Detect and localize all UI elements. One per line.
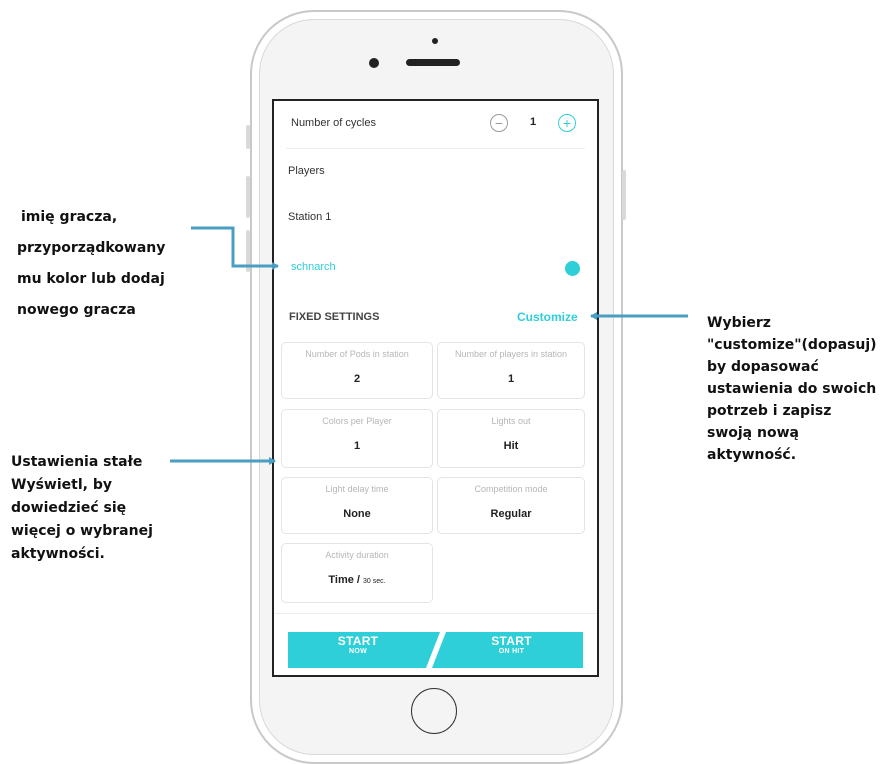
speaker-grille xyxy=(406,59,460,66)
card-label: Number of players in station xyxy=(454,349,568,359)
card-label: Activity duration xyxy=(325,550,389,560)
annotation-line: swoją nową xyxy=(707,425,799,441)
minus-circle-icon[interactable]: − xyxy=(490,114,508,132)
annotation-line: Wybierz xyxy=(707,315,771,331)
phone-volume-down-button xyxy=(246,230,250,272)
annotation-line: by dopasować xyxy=(707,359,819,375)
annotation-line: Ustawienia stałe xyxy=(11,454,143,470)
home-button[interactable] xyxy=(411,688,457,734)
customize-button[interactable]: Customize xyxy=(517,310,578,324)
player-color-dot[interactable] xyxy=(565,261,580,276)
card-label: Colors per Player xyxy=(322,416,392,426)
annotation-line: mu kolor lub dodaj xyxy=(17,271,165,287)
card-label: Number of Pods in station xyxy=(305,349,409,359)
card-value: Time / 30 sec. xyxy=(282,574,432,586)
station-label: Station 1 xyxy=(288,211,332,223)
app-screen: Number of cycles − 1 + Players Station 1… xyxy=(272,99,599,677)
annotation-player: imię gracza, przyporządkowany mu kolor l… xyxy=(17,202,165,326)
card-value: 1 xyxy=(507,373,515,385)
divider xyxy=(274,613,597,614)
card-value: 1 xyxy=(353,440,361,452)
start-now-sublabel: NOW xyxy=(348,648,367,655)
settings-card-activity-duration[interactable]: Activity duration Time / 30 sec. xyxy=(281,543,433,603)
card-label: Competition mode xyxy=(474,484,548,494)
card-value: 2 xyxy=(353,373,361,385)
card-value: None xyxy=(343,508,371,520)
start-now-label: START xyxy=(337,634,379,648)
fixed-settings-title: FIXED SETTINGS xyxy=(289,311,380,323)
annotation-line: dowiedzieć się xyxy=(11,500,127,516)
annotation-fixed-settings: Ustawienia stałe Wyświetl, by dowiedzieć… xyxy=(11,451,153,566)
start-on-hit-label: START xyxy=(491,634,532,648)
settings-card-pods[interactable]: Number of Pods in station 2 xyxy=(281,342,433,399)
card-value: Hit xyxy=(503,440,519,452)
annotation-line: potrzeb i zapisz xyxy=(707,403,832,419)
settings-card-players[interactable]: Number of players in station 1 xyxy=(437,342,585,399)
settings-card-competition-mode[interactable]: Competition mode Regular xyxy=(437,477,585,534)
annotation-line: aktywności. xyxy=(11,546,105,562)
phone-power-button xyxy=(622,170,626,220)
annotation-line: "customize"(dopasuj) xyxy=(707,337,877,353)
settings-card-lights-out[interactable]: Lights out Hit xyxy=(437,409,585,468)
annotation-line: Wyświetl, by xyxy=(11,477,112,493)
players-label: Players xyxy=(288,165,325,177)
annotation-line: aktywność. xyxy=(707,447,797,463)
duration-unit: 30 sec. xyxy=(363,578,386,585)
divider xyxy=(286,148,585,149)
annotation-line: więcej o wybranej xyxy=(11,523,153,539)
front-camera-icon xyxy=(432,38,438,44)
card-value: Regular xyxy=(490,508,532,520)
annotation-line: nowego gracza xyxy=(17,302,136,318)
settings-card-light-delay[interactable]: Light delay time None xyxy=(281,477,433,534)
phone-side-button xyxy=(246,125,250,149)
annotation-line: imię gracza, xyxy=(21,209,118,225)
player-name-link[interactable]: schnarch xyxy=(291,261,336,273)
duration-type: Time / xyxy=(328,574,364,586)
start-now-button[interactable]: START NOW xyxy=(288,634,428,655)
sensor-icon xyxy=(369,58,379,68)
settings-card-colors[interactable]: Colors per Player 1 xyxy=(281,409,433,468)
card-label: Light delay time xyxy=(325,484,389,494)
start-on-hit-button[interactable]: START ON HIT xyxy=(440,634,583,655)
cycles-label: Number of cycles xyxy=(291,117,376,129)
annotation-line: ustawienia do swoich xyxy=(707,381,877,397)
phone-volume-up-button xyxy=(246,176,250,218)
annotation-line: przyporządkowany xyxy=(17,240,166,256)
annotation-customize: Wybierz "customize"(dopasuj) by dopasowa… xyxy=(707,312,877,466)
start-on-hit-sublabel: ON HIT xyxy=(498,648,525,655)
plus-circle-icon[interactable]: + xyxy=(558,114,576,132)
card-label: Lights out xyxy=(491,416,531,426)
cycles-value: 1 xyxy=(530,116,537,128)
